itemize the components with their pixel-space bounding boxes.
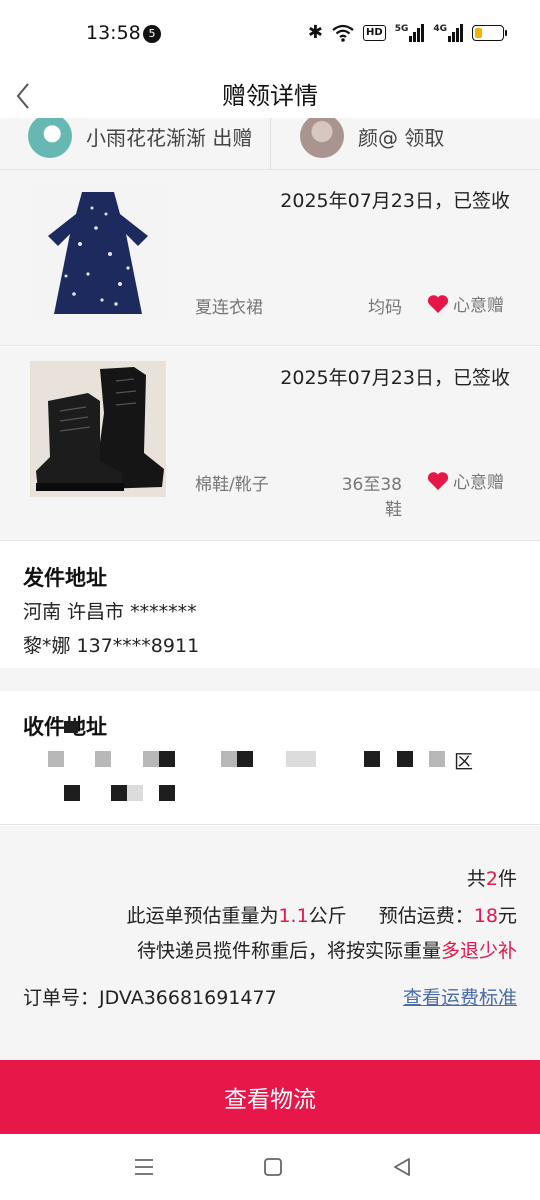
home-icon[interactable] [260,1154,286,1180]
item-size: 均码 [368,298,402,318]
fee-unit: 元 [497,905,517,927]
page-title: 赠领详情 [222,82,318,110]
order-label: 订单号： [23,987,100,1009]
system-nav-bar [0,1134,540,1200]
item-tag: 心意赠 [427,291,504,316]
giver-avatar [28,118,72,158]
giver[interactable]: 小雨花花渐渐 出赠 [28,118,252,168]
back-triangle-icon[interactable] [389,1154,415,1180]
sender-address-line: 河南 许昌市 ******* [23,601,197,623]
item-count-line: 共2件 [467,864,517,891]
item-tag: 心意赠 [427,468,504,493]
signal-4g-label: 4G [433,23,447,34]
signal-5g-label: 5G [394,23,409,34]
notification-badge: 5 [143,25,161,43]
giver-name: 小雨花花渐渐 出赠 [86,125,253,150]
item-size: 36至38鞋 [341,475,402,520]
count-prefix: 共 [466,868,486,890]
estimated-weight: 1.1 [278,905,309,927]
receiver-district: 区 [454,751,474,773]
hd-voice-icon: HD [363,24,386,41]
signal-5g-icon: 5G [394,23,425,42]
estimated-fee: 18 [473,905,498,927]
menu-icon[interactable] [131,1154,157,1180]
receiver-avatar [300,118,344,158]
item-date-status: 2025年07月23日，已签收 [280,190,510,212]
item-name: 夏连衣裙 [195,298,263,318]
note-highlight: 多退少补 [440,940,517,962]
signal-4g-icon: 4G [433,23,463,42]
order-row: 订单号：JDVA36681691477 查看运费标准 [23,983,517,1010]
section-gap [0,668,540,691]
dress-photo [30,184,166,320]
receiver-name: 颜@ 领取 [358,125,445,150]
status-icons: ✱ HD 5G 4G [307,22,507,43]
reweigh-note: 待快递员揽件称重后，将按实际重量多退少补 [137,936,517,963]
receiver[interactable]: 颜@ 领取 [300,118,444,168]
status-bar: 13:58 5 ✱ HD 5G 4G [0,0,540,68]
heart-icon [427,294,449,313]
item-card[interactable]: 2025年07月23日，已签收 棉鞋/靴子 36至38鞋 心意赠 [0,347,540,541]
sender-contact-line: 黎*娜 137****8911 [23,635,200,657]
sender-address-title: 发件地址 [23,566,107,590]
page-header: 赠领详情 [0,68,540,118]
shipping-summary: 共2件 此运单预估重量为1.1公斤 预估运费：18元 待快递员揽件称重后，将按实… [0,826,540,1060]
order-number: JDVA36681691477 [99,987,277,1009]
view-logistics-button[interactable]: 查看物流 [0,1060,540,1134]
status-time: 13:58 [86,22,141,44]
weight-prefix: 此运单预估重量为 [126,905,279,927]
fee-label: 预估运费： [378,905,474,927]
heart-icon [427,471,449,490]
sender-address: 发件地址 河南 许昌市 ******* 黎*娜 137****8911 [0,542,540,668]
weight-fee-line: 此运单预估重量为1.1公斤 预估运费：18元 [126,901,517,928]
item-count: 2 [485,868,498,890]
note-text: 待快递员揽件称重后，将按实际重量 [136,940,441,962]
receiver-address: 收件地址 区 [0,691,540,825]
battery-level [475,27,482,38]
item-tag-label: 心意赠 [453,296,504,316]
boots-photo [30,361,166,497]
item-date-status: 2025年07月23日，已签收 [280,367,510,389]
party-row: 小雨花花渐渐 出赠 颜@ 领取 [0,118,540,170]
divider [270,118,271,169]
battery-icon [472,24,507,41]
item-card[interactable]: 2025年07月23日，已签收 夏连衣裙 均码 心意赠 [0,170,540,346]
weight-unit: 公斤 [308,905,347,927]
item-tag-label: 心意赠 [453,473,504,493]
order-number-line: 订单号：JDVA36681691477 [23,983,277,1010]
bluetooth-icon: ✱ [307,22,324,43]
count-suffix: 件 [497,868,517,890]
fee-standard-link[interactable]: 查看运费标准 [403,983,517,1010]
item-name: 棉鞋/靴子 [195,475,269,495]
wifi-icon [332,24,354,42]
